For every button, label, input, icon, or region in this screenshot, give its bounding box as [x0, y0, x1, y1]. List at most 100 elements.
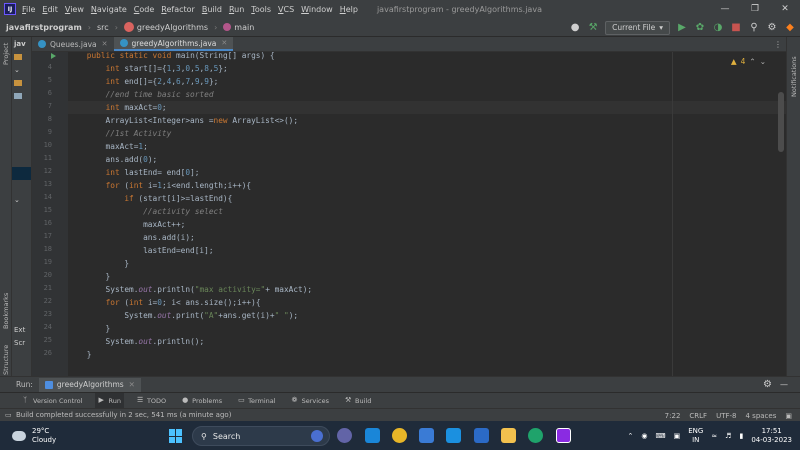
- menu-tools[interactable]: Tools: [251, 5, 271, 14]
- ide-logo-icon[interactable]: ◆: [784, 22, 796, 34]
- code-line[interactable]: int lastEnd= end[0];: [68, 166, 200, 179]
- chevron-up-icon[interactable]: ⌃: [627, 432, 633, 440]
- minimize-icon[interactable]: —: [710, 0, 740, 18]
- code-line[interactable]: lastEnd=end[i];: [68, 244, 213, 257]
- project-tree-item[interactable]: [12, 76, 31, 89]
- project-tree-item[interactable]: [12, 284, 31, 297]
- mail-icon[interactable]: [365, 428, 380, 443]
- notifications-tool-button[interactable]: Notifications: [790, 56, 798, 97]
- breadcrumb-class[interactable]: greedyAlgorithms: [123, 22, 208, 32]
- chevron-down-icon[interactable]: ⌄: [760, 57, 766, 66]
- inspection-widget[interactable]: ▲ 4 ⌃ ⌄: [731, 57, 766, 66]
- close-icon[interactable]: ✕: [221, 39, 227, 47]
- run-main-icon[interactable]: [51, 53, 56, 59]
- windows-start-icon[interactable]: [169, 429, 183, 443]
- intellij-logo-icon[interactable]: IJ: [4, 3, 16, 15]
- tool-services[interactable]: ❁ Services: [289, 393, 332, 409]
- file-encoding[interactable]: UTF-8: [716, 412, 736, 420]
- project-tree-item[interactable]: [12, 206, 31, 219]
- project-tree-item[interactable]: [12, 50, 31, 63]
- gear-icon[interactable]: ⚙: [766, 22, 778, 34]
- keyboard-icon[interactable]: ⌨: [655, 432, 665, 440]
- menu-refactor[interactable]: Refactor: [161, 5, 195, 14]
- breadcrumb-project[interactable]: javafirstprogram: [6, 23, 82, 32]
- battery-icon[interactable]: ▮: [739, 432, 743, 440]
- code-line[interactable]: int end[]={2,4,6,7,9,9};: [68, 75, 219, 88]
- menu-file[interactable]: File: [22, 5, 35, 14]
- code-line[interactable]: int maxAct=0;: [68, 101, 167, 114]
- project-tree-item[interactable]: [12, 271, 31, 284]
- menu-run[interactable]: Run: [229, 5, 244, 14]
- todo-icon[interactable]: [419, 428, 434, 443]
- code-line[interactable]: maxAct=1;: [68, 140, 148, 153]
- tool-version-control[interactable]: ᛉ Version Control: [20, 393, 85, 409]
- menu-help[interactable]: Help: [340, 5, 358, 14]
- bookmarks-tool-button[interactable]: Bookmarks: [2, 293, 10, 329]
- line-separator[interactable]: CRLF: [689, 412, 707, 420]
- project-tree-item[interactable]: [12, 102, 31, 115]
- coverage-icon[interactable]: ◑: [712, 22, 724, 34]
- project-tree-item[interactable]: [12, 258, 31, 271]
- menu-window[interactable]: Window: [301, 5, 333, 14]
- project-tree-item[interactable]: [12, 154, 31, 167]
- tab-queues[interactable]: Queues.java ✕: [32, 37, 114, 51]
- project-tree-item[interactable]: [12, 297, 31, 310]
- project-tree-item[interactable]: [12, 128, 31, 141]
- stop-icon[interactable]: ■: [730, 22, 742, 34]
- code-line[interactable]: }: [68, 257, 129, 270]
- lock-icon[interactable]: ▣: [785, 412, 792, 420]
- volume-icon[interactable]: ♬: [725, 432, 731, 440]
- code-line[interactable]: for (int i=0; i< ans.size();i++){: [68, 296, 261, 309]
- menu-navigate[interactable]: Navigate: [91, 5, 127, 14]
- code-line[interactable]: for (int i=1;i<end.length;i++){: [68, 179, 252, 192]
- project-tree-item-scratches[interactable]: Scr: [12, 336, 31, 349]
- weather-widget[interactable]: 29°C Cloudy: [12, 427, 56, 445]
- tool-problems[interactable]: ● Problems: [179, 393, 225, 409]
- breadcrumb-method[interactable]: main: [223, 23, 254, 32]
- teams-icon[interactable]: [337, 428, 352, 443]
- menu-view[interactable]: View: [65, 5, 84, 14]
- code-line[interactable]: if (start[i]>=lastEnd){: [68, 192, 232, 205]
- code-line[interactable]: //activity select: [68, 205, 223, 218]
- microphone-icon[interactable]: ◉: [641, 432, 647, 440]
- close-icon[interactable]: ✕: [129, 380, 135, 389]
- code-line[interactable]: System.out.print("A"+ans.get(i)+" ");: [68, 309, 298, 322]
- code-line[interactable]: ans.add(i);: [68, 231, 195, 244]
- code-line[interactable]: public static void main(String[] args) {: [68, 52, 275, 62]
- minimize-panel-icon[interactable]: —: [780, 380, 788, 389]
- caret-position[interactable]: 7:22: [665, 412, 681, 420]
- code-line[interactable]: }: [68, 322, 111, 335]
- project-tool-button[interactable]: Project: [2, 43, 10, 65]
- project-tree-item[interactable]: [12, 219, 31, 232]
- project-tree-item[interactable]: ⌄: [12, 193, 31, 206]
- code-line[interactable]: System.out.println("max activity="+ maxA…: [68, 283, 313, 296]
- tool-build[interactable]: ⚒ Build: [342, 393, 374, 409]
- indent-setting[interactable]: 4 spaces: [746, 412, 777, 420]
- photos-icon[interactable]: [446, 428, 461, 443]
- camera-icon[interactable]: ▣: [674, 432, 681, 440]
- editor-scrollbar[interactable]: [778, 92, 784, 152]
- project-tree-item[interactable]: [12, 141, 31, 154]
- language-indicator[interactable]: ENG IN: [688, 427, 703, 445]
- intellij-taskbar-icon[interactable]: [556, 428, 571, 443]
- store-icon[interactable]: [474, 428, 489, 443]
- menu-edit[interactable]: Edit: [42, 5, 58, 14]
- project-tree-item[interactable]: [12, 310, 31, 323]
- gear-icon[interactable]: ⚙: [763, 379, 772, 390]
- code-line[interactable]: ans.add(0);: [68, 153, 158, 166]
- chrome-icon[interactable]: [392, 428, 407, 443]
- status-message[interactable]: Build completed successfully in 2 sec, 5…: [16, 411, 231, 419]
- code-line[interactable]: maxAct++;: [68, 218, 185, 231]
- file-explorer-icon[interactable]: [501, 428, 516, 443]
- edge-icon[interactable]: [528, 428, 543, 443]
- menu-vcs[interactable]: VCS: [278, 5, 294, 14]
- project-tree-item[interactable]: [12, 180, 31, 193]
- close-icon[interactable]: ✕: [770, 0, 800, 18]
- run-tab-greedy-algorithms[interactable]: greedyAlgorithms ✕: [38, 377, 141, 392]
- run-icon[interactable]: ▶: [676, 22, 688, 34]
- restore-icon[interactable]: ❐: [740, 0, 770, 18]
- code-line[interactable]: //end time basic sorted: [68, 88, 214, 101]
- tab-greedy-algorithms[interactable]: greedyAlgorithms.java ✕: [113, 37, 234, 51]
- taskbar-search[interactable]: ⚲ Search: [192, 426, 330, 446]
- chevron-up-icon[interactable]: ⌃: [749, 57, 755, 66]
